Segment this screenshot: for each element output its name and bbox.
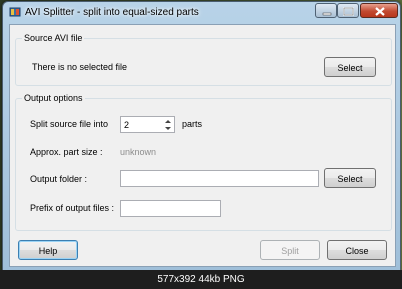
part-size-value: unknown	[120, 147, 157, 157]
help-button[interactable]: Help	[18, 240, 78, 260]
minimize-icon	[322, 12, 332, 16]
close-icon	[375, 7, 385, 16]
maximize-button[interactable]	[337, 3, 359, 18]
output-folder-label: Output folder :	[30, 174, 88, 184]
chevron-down-icon[interactable]	[162, 125, 174, 133]
select-output-folder-button[interactable]: Select	[324, 168, 376, 188]
no-file-status: There is no selected file	[32, 62, 128, 72]
split-button[interactable]: Split	[260, 240, 320, 260]
maximize-icon	[343, 7, 354, 16]
part-size-label: Approx. part size :	[30, 147, 103, 157]
window-title: AVI Splitter - split into equal-sized pa…	[25, 7, 199, 18]
prefix-input[interactable]	[120, 200, 221, 217]
output-folder-input[interactable]	[120, 170, 319, 187]
chevron-up-icon[interactable]	[162, 117, 174, 125]
close-button[interactable]: Close	[327, 240, 387, 260]
image-info-caption: 577x392 44kb PNG	[0, 270, 402, 289]
parts-suffix-label: parts	[182, 119, 203, 129]
source-avi-legend: Source AVI file	[22, 33, 85, 43]
dialog-client-area: Source AVI file There is no selected fil…	[9, 24, 396, 267]
minimize-button[interactable]	[315, 3, 337, 18]
avi-splitter-app-icon	[9, 7, 21, 17]
close-window-button[interactable]	[360, 3, 398, 18]
select-source-button[interactable]: Select	[324, 57, 376, 77]
prefix-label: Prefix of output files :	[30, 203, 115, 213]
parts-count-input[interactable]	[120, 116, 163, 133]
parts-spinner[interactable]	[162, 116, 175, 133]
title-bar[interactable]: AVI Splitter - split into equal-sized pa…	[3, 2, 400, 23]
output-options-legend: Output options	[22, 93, 85, 103]
split-into-label: Split source file into	[30, 119, 109, 129]
app-window: AVI Splitter - split into equal-sized pa…	[2, 1, 401, 272]
